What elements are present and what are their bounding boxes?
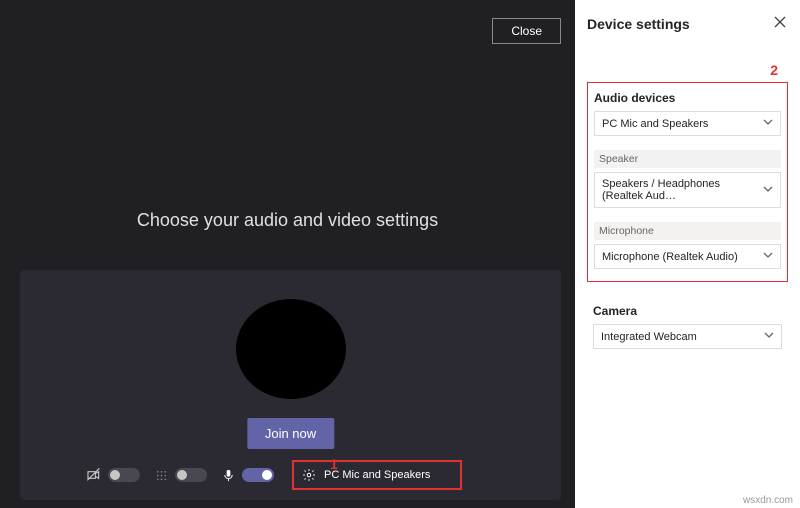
audio-devices-dropdown[interactable]: PC Mic and Speakers: [594, 111, 781, 136]
blur-icon: [154, 468, 169, 483]
microphone-dropdown[interactable]: Microphone (Realtek Audio): [594, 244, 781, 269]
chevron-down-icon: [763, 250, 773, 263]
camera-toggle[interactable]: [108, 468, 140, 482]
camera-dropdown[interactable]: Integrated Webcam: [593, 324, 782, 349]
chevron-down-icon: [763, 117, 773, 130]
join-now-button[interactable]: Join now: [247, 418, 334, 449]
video-preview-container: Join now: [20, 270, 561, 500]
gear-icon: [302, 468, 316, 482]
watermark: wsxdn.com: [740, 494, 796, 507]
audio-devices-label: Audio devices: [594, 91, 781, 105]
annotation-2: 2: [770, 62, 778, 78]
camera-off-icon: [86, 467, 102, 483]
microphone-label: Microphone: [594, 222, 781, 240]
device-settings-panel: Device settings 2 Audio devices PC Mic a…: [575, 0, 800, 508]
device-select-label: PC Mic and Speakers: [324, 469, 430, 481]
prejoin-main-area: Close Choose your audio and video settin…: [0, 0, 575, 508]
device-settings-title: Device settings: [587, 16, 788, 32]
camera-value: Integrated Webcam: [601, 331, 697, 343]
close-panel-button[interactable]: [774, 16, 786, 31]
speaker-dropdown[interactable]: Speakers / Headphones (Realtek Aud…: [594, 172, 781, 208]
chevron-down-icon: [763, 184, 773, 197]
prejoin-controls-row: PC Mic and Speakers: [20, 460, 561, 490]
chevron-down-icon: [764, 330, 774, 343]
camera-label: Camera: [593, 304, 782, 318]
close-button[interactable]: Close: [492, 18, 561, 44]
microphone-icon: [221, 468, 236, 483]
audio-settings-highlight: Audio devices PC Mic and Speakers Speake…: [587, 82, 788, 282]
annotation-1: 1: [330, 456, 338, 472]
microphone-toggle[interactable]: [242, 468, 274, 482]
blur-toggle[interactable]: [175, 468, 207, 482]
speaker-value: Speakers / Headphones (Realtek Aud…: [602, 178, 763, 202]
prompt-text: Choose your audio and video settings: [0, 210, 575, 231]
audio-devices-value: PC Mic and Speakers: [602, 118, 708, 130]
microphone-value: Microphone (Realtek Audio): [602, 251, 738, 263]
speaker-label: Speaker: [594, 150, 781, 168]
avatar-placeholder: [236, 299, 346, 399]
device-select-button[interactable]: PC Mic and Speakers: [292, 460, 462, 490]
